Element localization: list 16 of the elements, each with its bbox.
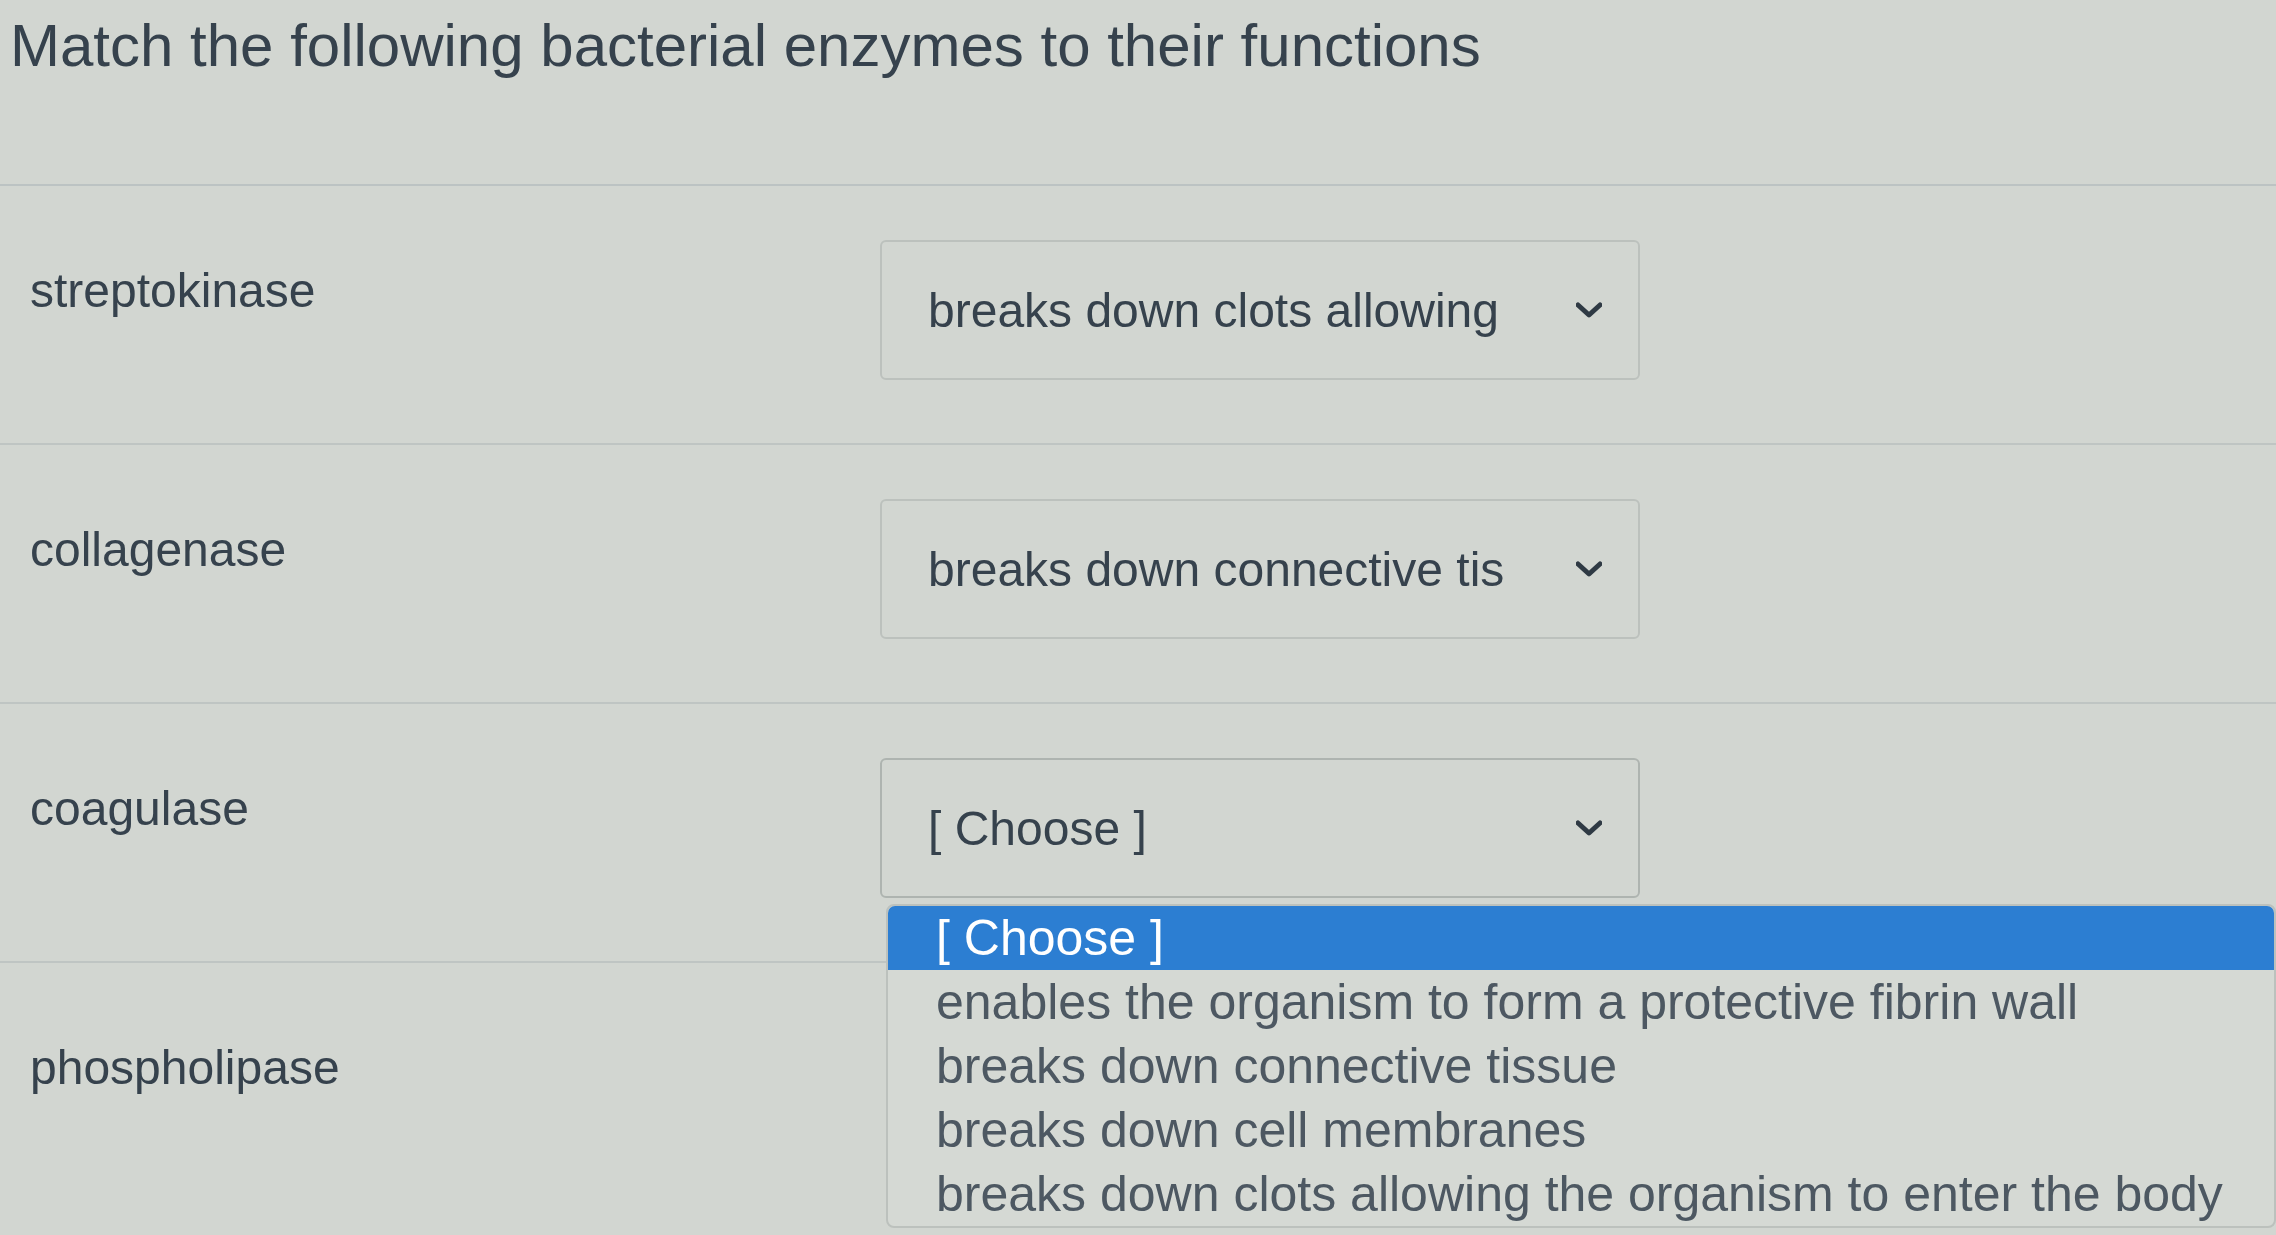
dropdown-option[interactable]: breaks down connective tissue xyxy=(888,1034,2274,1098)
term-label: collagenase xyxy=(30,523,287,576)
chevron-down-icon xyxy=(1576,302,1602,318)
dropdown-option[interactable]: breaks down clots allowing the organism to enter the body xyxy=(888,1162,2274,1226)
dropdown-option[interactable]: enables the organism to form a protective fibrin wall xyxy=(888,970,2274,1034)
chevron-down-icon xyxy=(1576,820,1602,836)
dropdown-option[interactable]: breaks down cell membranes xyxy=(888,1098,2274,1162)
question-title: Match the following bacterial enzymes to their functions xyxy=(0,0,2276,186)
term-label: streptokinase xyxy=(30,264,316,317)
term-label: coagulase xyxy=(30,782,249,835)
dropdown-option[interactable]: [ Choose ] xyxy=(888,906,2274,970)
dropdown-select[interactable]: [ Choose ] xyxy=(880,758,1640,898)
dropdown-select[interactable]: breaks down clots allowing xyxy=(880,240,1640,380)
dropdown-select[interactable]: breaks down connective tis xyxy=(880,499,1640,639)
term-label: phospholipase xyxy=(30,1041,340,1094)
chevron-down-icon xyxy=(1576,561,1602,577)
